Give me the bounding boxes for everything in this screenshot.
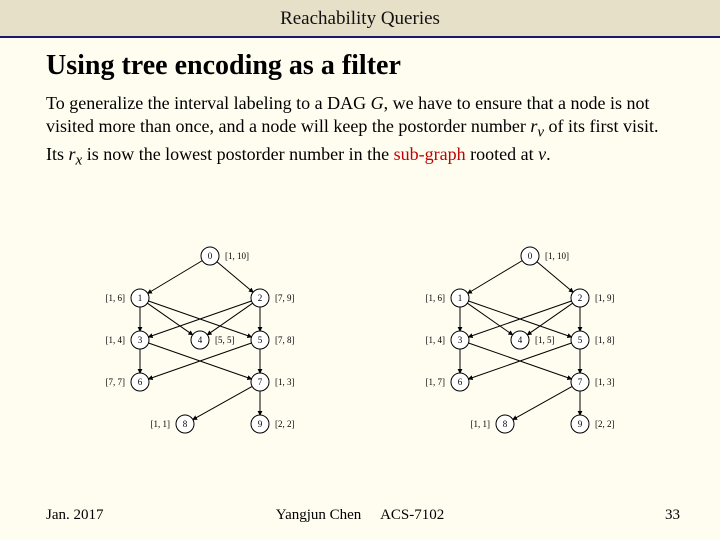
graph-node-id: 1 [458, 293, 463, 303]
graph-node-interval: [1, 1] [151, 419, 171, 429]
footer-center: Yangjun Chen ACS-7102 [0, 507, 720, 524]
diagram-area: 0 [1, 10] 1 [1, 6] 2 [7, 9] 3 [1, 4] 4 [5, 5] 5 [7,… [0, 238, 720, 468]
slide-title: Using tree encoding as a filter [46, 50, 720, 82]
graph-node-id: 5 [258, 335, 263, 345]
graph-node-id: 7 [578, 377, 583, 387]
header-title: Reachability Queries [280, 8, 440, 29]
graph-node-id: 9 [578, 419, 583, 429]
graph-node-id: 1 [138, 293, 143, 303]
footer-author: Yangjun Chen [276, 507, 362, 523]
graph-node-interval: [1, 3] [595, 377, 615, 387]
graph-edge [148, 261, 203, 294]
body-var: v [538, 144, 546, 164]
dag-left: 0 [1, 10] 1 [1, 6] 2 [7, 9] 3 [1, 4] 4 [5, 5] 5 [7,… [50, 238, 350, 448]
graph-node-interval: [1, 6] [426, 293, 446, 303]
graph-node-interval: [1, 4] [106, 335, 126, 345]
graph-edge [537, 262, 573, 292]
graph-edge [217, 262, 253, 292]
graph-node-interval: [1, 7] [426, 377, 446, 387]
graph-node-id: 6 [138, 377, 143, 387]
graph-node-id: 2 [578, 293, 583, 303]
graph-node-interval: [7, 8] [275, 335, 295, 345]
dag-right: 0 [1, 10] 1 [1, 6] 2 [1, 9] 3 [1, 4] 4 [1, 5] 5 [1,… [370, 238, 670, 448]
graph-node-id: 8 [183, 419, 188, 429]
graph-node-interval: [1, 5] [535, 335, 555, 345]
graph-edge [147, 303, 192, 335]
graph-node-interval: [7, 7] [106, 377, 126, 387]
graph-node-id: 3 [138, 335, 143, 345]
graph-node-interval: [1, 1] [471, 419, 491, 429]
graph-node-interval: [1, 4] [426, 335, 446, 345]
graph-node-interval: [5, 5] [215, 335, 235, 345]
slide-header: Reachability Queries [0, 0, 720, 38]
graph-node-interval: [2, 2] [595, 419, 615, 429]
graph-node-id: 0 [208, 251, 213, 261]
graph-node-interval: [1, 6] [106, 293, 126, 303]
graph-edge [467, 303, 512, 335]
graph-node-interval: [1, 8] [595, 335, 615, 345]
slide-footer: Jan. 2017 Yangjun Chen ACS-7102 33 [0, 507, 720, 524]
graph-node-interval: [1, 10] [225, 251, 249, 261]
graph-edge [207, 303, 252, 335]
graph-node-id: 4 [518, 335, 523, 345]
graph-node-id: 8 [503, 419, 508, 429]
footer-course: ACS-7102 [380, 507, 444, 523]
body-text: . [546, 144, 551, 164]
graph-node-interval: [7, 9] [275, 293, 295, 303]
graph-node-id: 2 [258, 293, 263, 303]
graph-node-id: 5 [578, 335, 583, 345]
body-highlight: sub-graph [394, 144, 466, 164]
graph-edge [193, 386, 252, 419]
graph-node-interval: [1, 10] [545, 251, 569, 261]
graph-node-id: 7 [258, 377, 263, 387]
slide-body: To generalize the interval labeling to a… [46, 92, 674, 172]
graph-node-id: 3 [458, 335, 463, 345]
graph-node-interval: [1, 9] [595, 293, 615, 303]
graph-edge [468, 261, 523, 294]
graph-edge [527, 303, 572, 335]
graph-node-id: 9 [258, 419, 263, 429]
graph-node-id: 6 [458, 377, 463, 387]
body-text: rooted at [466, 144, 538, 164]
graph-node-interval: [2, 2] [275, 419, 295, 429]
graph-node-id: 0 [528, 251, 533, 261]
body-var: r [69, 144, 76, 164]
graph-edge [513, 386, 572, 419]
body-text: is now the lowest postorder number in th… [82, 144, 393, 164]
graph-node-interval: [1, 3] [275, 377, 295, 387]
body-var: G [371, 93, 384, 113]
graph-node-id: 4 [198, 335, 203, 345]
body-text: To generalize the interval labeling to a… [46, 93, 371, 113]
